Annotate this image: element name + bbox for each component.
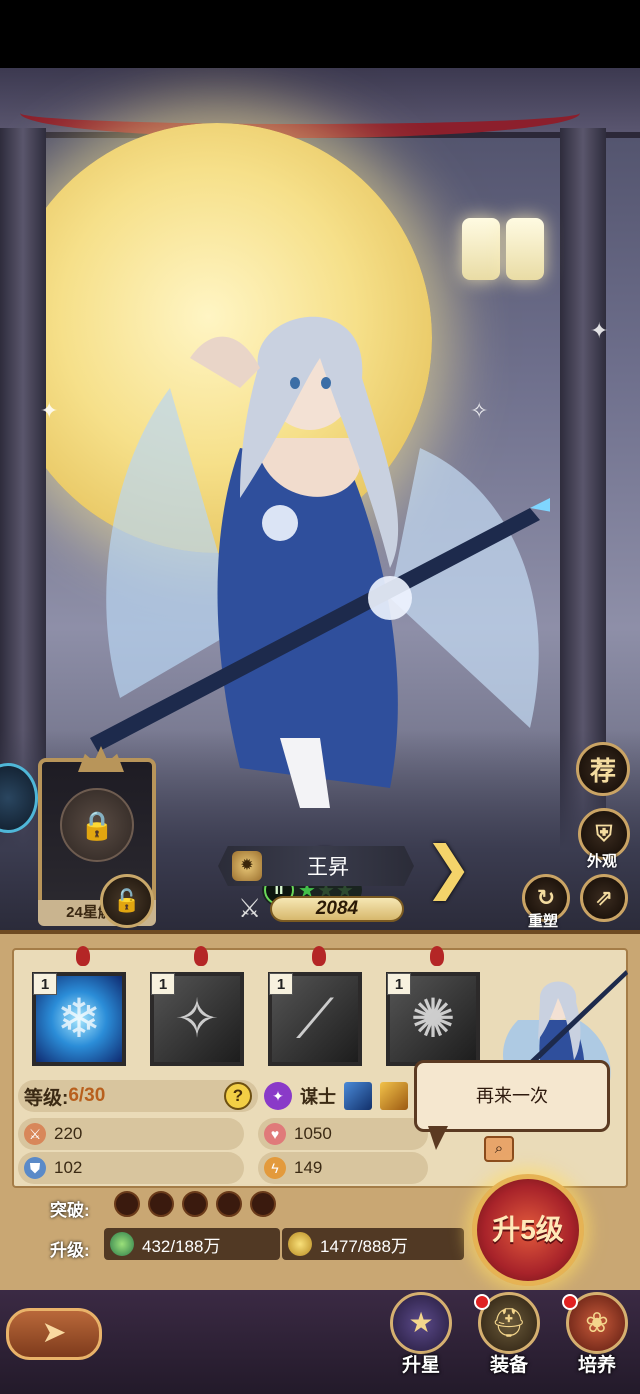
speed-row: ϟ 149 xyxy=(258,1152,428,1184)
hero-character-art[interactable] xyxy=(90,268,550,828)
defense-value: 102 xyxy=(54,1158,83,1177)
skill-slot-1[interactable]: ❄ 1 xyxy=(32,972,126,1066)
butterfly-sparkle: ✦ xyxy=(590,318,609,343)
hero-name: 王昇 xyxy=(307,856,349,879)
lightning-icon: ϟ xyxy=(264,1157,286,1179)
attack-value: 220 xyxy=(54,1124,83,1143)
skill-level: 1 xyxy=(387,973,411,995)
magnifier-icon: ⌕ xyxy=(494,1140,504,1157)
level-value: 6/30 xyxy=(68,1085,106,1106)
star-icon: ★ xyxy=(390,1292,452,1354)
red-rope-decoration xyxy=(20,88,580,138)
exp-cost-value: 432/188万 xyxy=(142,1236,221,1256)
help-button[interactable]: ? xyxy=(224,1082,252,1110)
pin-ornament xyxy=(312,946,326,966)
breakthrough-slot xyxy=(114,1191,140,1217)
appearance-label: 外观 xyxy=(587,853,618,870)
class-name: 谋士 xyxy=(300,1087,336,1107)
armor-icon: ⛨ xyxy=(595,821,613,846)
coin-icon xyxy=(288,1232,312,1256)
attack-icon: ⚔ xyxy=(24,1123,46,1145)
refresh-icon: ↻ xyxy=(536,885,556,910)
skill-level: 1 xyxy=(269,973,293,995)
equipment-tab[interactable]: ⛑ 装备 xyxy=(474,1292,544,1392)
level-row: 等级: 6/30 ? xyxy=(18,1080,258,1112)
hero-scene: ✦ ✦ ✧ 🔒 24星解锁 🔓 ( 5星 ) II ★★★ ✹ 王昇 ❯ ⚔ xyxy=(0,68,640,930)
skill-slot-3[interactable]: ⟋ 1 xyxy=(268,972,362,1066)
breakthrough-slot xyxy=(182,1191,208,1217)
strategist-class-icon: ✦ xyxy=(264,1082,292,1110)
pin-ornament xyxy=(194,946,208,966)
hero-name-plate: ✹ 王昇 xyxy=(218,846,414,886)
exp-potion-icon xyxy=(110,1232,134,1256)
unlock-button[interactable]: 🔓 xyxy=(100,874,154,928)
search-button[interactable]: ⌕ xyxy=(484,1136,514,1162)
butterfly-sparkle: ✦ xyxy=(40,398,59,423)
crossed-swords-icon: ⚔ xyxy=(238,893,262,923)
breakthrough-slot xyxy=(216,1191,242,1217)
rebuild-label: 重塑 xyxy=(528,913,559,930)
top-black-bar xyxy=(0,0,640,68)
notification-dot xyxy=(474,1294,490,1310)
heart-icon: ♥ xyxy=(264,1123,286,1145)
defense-row: ⛊ 102 xyxy=(18,1152,244,1184)
breakthrough-slot xyxy=(250,1191,276,1217)
star-up-tab[interactable]: ★ 升星 xyxy=(386,1292,456,1392)
faction-icon: ✹ xyxy=(232,851,262,881)
skill-level: 1 xyxy=(151,973,175,995)
element-icon xyxy=(344,1082,372,1110)
trait-icon xyxy=(380,1082,408,1110)
share-icon: ⇗ xyxy=(594,885,614,910)
recommend-button[interactable]: 荐 xyxy=(576,742,630,796)
pin-ornament xyxy=(430,946,444,966)
upgrade-label: 升级: xyxy=(50,1241,90,1260)
back-arrow-icon: ➤ xyxy=(41,1316,67,1349)
skill-level: 1 xyxy=(33,973,57,995)
share-button[interactable]: ⇗ xyxy=(580,874,628,922)
upgrade-button[interactable]: 升5级 xyxy=(472,1174,584,1286)
speed-value: 149 xyxy=(294,1158,323,1177)
shield-icon: ⛊ xyxy=(24,1157,46,1179)
breakthrough-slot xyxy=(148,1191,174,1217)
exp-cost: 432/188万 xyxy=(104,1228,280,1260)
combat-power: ⚔ 2084 xyxy=(238,893,404,923)
open-lock-icon: 🔓 xyxy=(113,888,141,913)
gold-cost-value: 1477/888万 xyxy=(320,1236,408,1256)
cultivate-label: 培养 xyxy=(577,1355,616,1376)
retry-tooltip[interactable]: 再来一次 xyxy=(414,1060,610,1132)
back-button[interactable]: ➤ xyxy=(6,1308,102,1360)
equipment-label: 装备 xyxy=(489,1355,528,1376)
star-up-label: 升星 xyxy=(401,1355,440,1376)
breakthrough-label: 突破: xyxy=(50,1201,90,1220)
combat-power-value: 2084 xyxy=(270,896,404,922)
hp-value: 1050 xyxy=(294,1124,332,1143)
class-row: ✦ 谋士 xyxy=(258,1080,414,1112)
level-label: 等级: xyxy=(24,1087,69,1109)
skill-slot-4[interactable]: ✺ 1 xyxy=(386,972,480,1066)
padlock-icon: 🔒 xyxy=(60,788,134,862)
attack-row: ⚔ 220 xyxy=(18,1118,244,1150)
hp-row: ♥ 1050 xyxy=(258,1118,428,1150)
footer-nav: ➤ ★ 升星 ⛑ 装备 ❀ 培养 xyxy=(0,1290,640,1394)
next-hero-arrow[interactable]: ❯ xyxy=(424,838,473,898)
pin-ornament xyxy=(76,946,90,966)
cultivate-tab[interactable]: ❀ 培养 xyxy=(562,1292,632,1392)
skill-slot-2[interactable]: ✧ 1 xyxy=(150,972,244,1066)
notification-dot xyxy=(562,1294,578,1310)
gold-cost: 1477/888万 xyxy=(282,1228,464,1260)
